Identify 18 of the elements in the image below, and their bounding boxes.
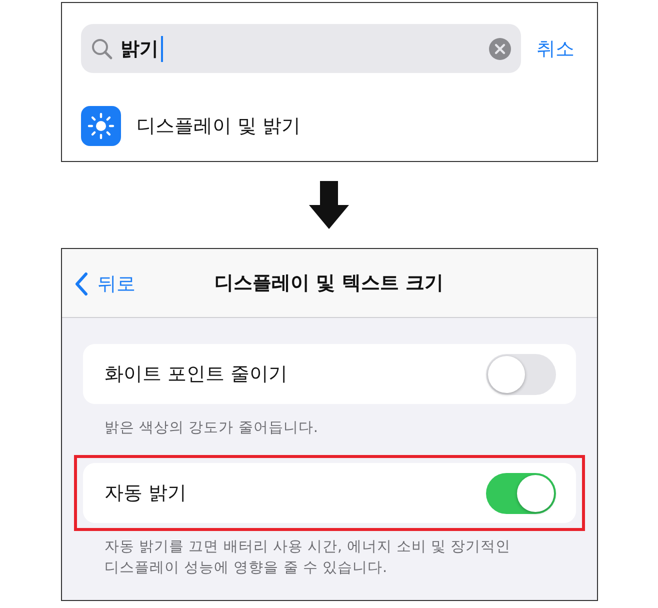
clear-icon[interactable] — [488, 38, 510, 60]
search-field[interactable]: 밝기 — [80, 24, 520, 73]
search-text: 밝기 — [120, 36, 158, 62]
back-button[interactable]: 뒤로 — [74, 271, 136, 297]
toggle-switch[interactable] — [486, 354, 556, 394]
search-result[interactable]: 디스플레이 및 밝기 — [62, 86, 596, 166]
search-icon — [90, 38, 112, 60]
setting-label: 자동 밝기 — [104, 481, 187, 506]
setting-label: 화이트 포인트 줄이기 — [104, 362, 288, 387]
setting-description: 자동 밝기를 끄면 배터리 사용 시간, 에너지 소비 및 장기적인 디스플레이 성능에 영향을 줄 수 있습니다. — [104, 538, 512, 578]
cancel-link[interactable]: 취소 — [536, 36, 574, 62]
toggle-switch[interactable] — [486, 472, 556, 514]
screen-title: 디스플레이 및 텍스트 크기 — [214, 271, 444, 296]
sun-icon — [80, 106, 120, 146]
setting-description: 밝은 색상의 강도가 줄어듭니다. — [104, 419, 319, 438]
text-cursor — [160, 36, 162, 62]
chevron-left-icon — [74, 272, 88, 296]
down-arrow-icon — [309, 181, 349, 229]
